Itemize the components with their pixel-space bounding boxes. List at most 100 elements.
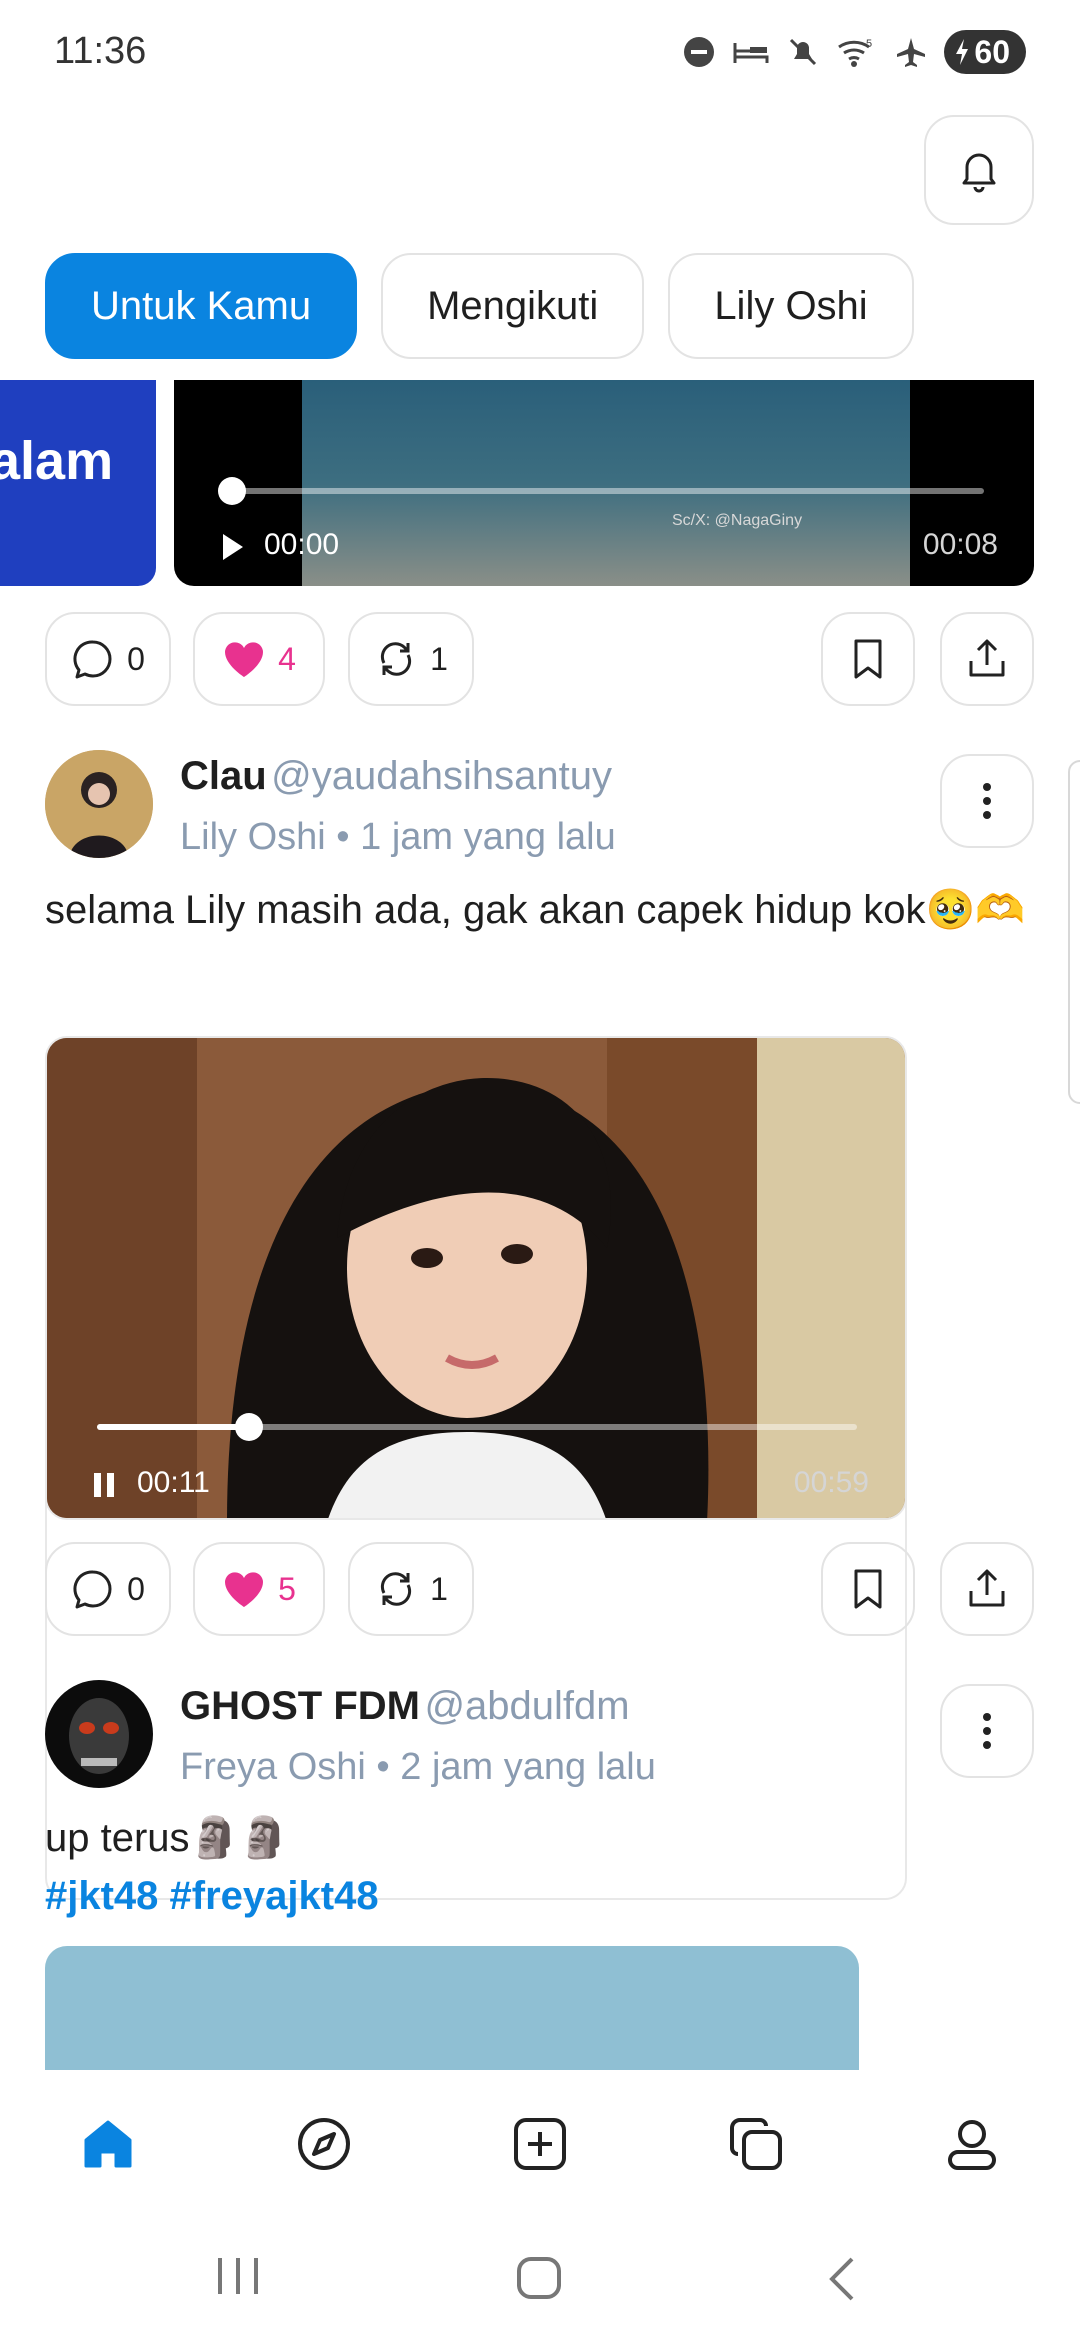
airplane-icon: [897, 38, 926, 67]
like-button[interactable]: 5: [193, 1542, 325, 1636]
comment-icon: [73, 1570, 112, 1609]
battery-indicator: 60: [944, 30, 1026, 74]
more-options-button[interactable]: [940, 754, 1034, 848]
nav-profile[interactable]: [932, 2104, 1012, 2184]
mute-icon: [790, 38, 817, 66]
post-hashtags[interactable]: #jkt48 #freyajkt48: [45, 1874, 379, 1919]
tab-mengikuti[interactable]: Mengikuti: [381, 253, 645, 359]
comment-icon: [73, 640, 112, 679]
bookmark-button[interactable]: [821, 1542, 915, 1636]
repost-button[interactable]: 1: [348, 612, 474, 706]
post-actions: 0 4 1: [45, 612, 1035, 708]
share-icon: [969, 1569, 1005, 1607]
repost-count: 1: [430, 1570, 448, 1607]
feed[interactable]: alam Sc/X: @NagaGiny 00:00 00:08 0 4 1 C…: [0, 380, 1080, 2070]
recent-apps-icon[interactable]: [214, 2256, 262, 2296]
bottom-nav: [0, 2070, 1080, 2210]
post: GHOST FDM @abdulfdm Freya Oshi • 2 jam y…: [0, 1680, 1080, 2070]
meta-separator: •: [376, 1746, 390, 1788]
create-icon: [514, 2118, 566, 2170]
like-count: 5: [278, 1570, 296, 1607]
post-time: 2 jam yang lalu: [400, 1746, 656, 1788]
comment-count: 0: [127, 1570, 145, 1607]
svg-text:5: 5: [866, 38, 872, 50]
back-icon[interactable]: [826, 2256, 856, 2302]
notifications-button[interactable]: [924, 115, 1034, 225]
avatar-image: [45, 1680, 153, 1788]
video-progress-fill: [97, 1424, 242, 1430]
author-name[interactable]: Clau: [180, 754, 267, 798]
nav-collections[interactable]: [716, 2104, 796, 2184]
feed-tabs: Untuk Kamu Mengikuti Lily Oshi: [45, 253, 914, 359]
post-author-line: Clau @yaudahsihsantuy: [180, 754, 612, 799]
repost-icon: [381, 1572, 412, 1606]
bookmark-button[interactable]: [821, 612, 915, 706]
more-options-button[interactable]: [940, 1684, 1034, 1778]
status-icons: 5 60: [682, 30, 1026, 74]
post-time: 1 jam yang lalu: [360, 816, 616, 858]
previous-post-thumbnail[interactable]: alam: [0, 380, 156, 586]
post-text: selama Lily masih ada, gak akan capek hi…: [45, 888, 1026, 932]
avatar-image: [45, 750, 153, 858]
video-progress-bar[interactable]: [97, 1413, 857, 1441]
post-author-line: GHOST FDM @abdulfdm: [180, 1684, 630, 1729]
battery-level: 60: [974, 33, 1010, 70]
tab-untuk-kamu[interactable]: Untuk Kamu: [45, 253, 358, 359]
repost-icon: [381, 642, 412, 676]
avatar[interactable]: [45, 750, 153, 858]
collections-icon: [730, 2118, 782, 2170]
author-name[interactable]: GHOST FDM: [180, 1684, 420, 1728]
home-system-icon[interactable]: [516, 2256, 562, 2300]
meta-separator: •: [336, 816, 350, 858]
battery-charging-icon: [956, 39, 969, 65]
video-frame: [47, 1038, 905, 1518]
author-handle[interactable]: @yaudahsihsantuy: [271, 754, 612, 798]
pause-icon[interactable]: [91, 1470, 117, 1500]
play-icon[interactable]: [220, 532, 246, 562]
post-media-preview[interactable]: [45, 1946, 859, 2070]
share-button[interactable]: [940, 1542, 1034, 1636]
more-vertical-icon: [983, 1713, 991, 1749]
post-group[interactable]: Freya Oshi: [180, 1746, 366, 1788]
sleep-icon: [733, 43, 769, 63]
nav-home[interactable]: [68, 2104, 148, 2184]
bell-icon: [962, 153, 996, 193]
video-current-time: 00:00: [264, 528, 340, 561]
video-duration: 00:08: [922, 528, 998, 561]
video-frame: Sc/X: @NagaGiny: [302, 380, 910, 586]
video-scrub-handle[interactable]: [218, 477, 246, 505]
explore-icon: [298, 2118, 350, 2170]
nav-explore[interactable]: [284, 2104, 364, 2184]
repost-count: 1: [430, 640, 448, 677]
system-nav: [0, 2210, 1080, 2340]
nav-create[interactable]: [500, 2104, 580, 2184]
comment-count: 0: [127, 640, 145, 677]
home-icon: [84, 2120, 132, 2168]
status-time: 11:36: [54, 30, 147, 72]
bookmark-icon: [854, 1569, 882, 1609]
like-button[interactable]: 4: [193, 612, 325, 706]
comment-button[interactable]: 0: [45, 1542, 171, 1636]
scroll-indicator[interactable]: [1068, 760, 1080, 1104]
post-video[interactable]: 00:11 00:59: [45, 1036, 907, 1520]
avatar[interactable]: [45, 1680, 153, 1788]
previous-post-video[interactable]: Sc/X: @NagaGiny 00:00 00:08: [174, 380, 1034, 586]
heart-icon: [225, 642, 264, 677]
wifi-icon: 5: [838, 38, 873, 67]
repost-button[interactable]: 1: [348, 1542, 474, 1636]
post-meta: Freya Oshi • 2 jam yang lalu: [180, 1746, 656, 1789]
profile-icon: [948, 2120, 996, 2170]
share-button[interactable]: [940, 612, 1034, 706]
tab-lily-oshi[interactable]: Lily Oshi: [668, 253, 914, 359]
post-group[interactable]: Lily Oshi: [180, 816, 326, 858]
status-bar: 11:36 5 60: [0, 0, 1080, 110]
video-scrub-handle[interactable]: [235, 1413, 263, 1441]
author-handle[interactable]: @abdulfdm: [424, 1684, 629, 1728]
comment-button[interactable]: 0: [45, 612, 171, 706]
post-actions: 0 5 1: [45, 1542, 1035, 1638]
more-vertical-icon: [983, 783, 991, 819]
share-icon: [969, 639, 1005, 677]
video-watermark: Sc/X: @NagaGiny: [672, 512, 803, 529]
video-progress-bar[interactable]: [218, 477, 984, 505]
post-meta: Lily Oshi • 1 jam yang lalu: [180, 816, 616, 859]
